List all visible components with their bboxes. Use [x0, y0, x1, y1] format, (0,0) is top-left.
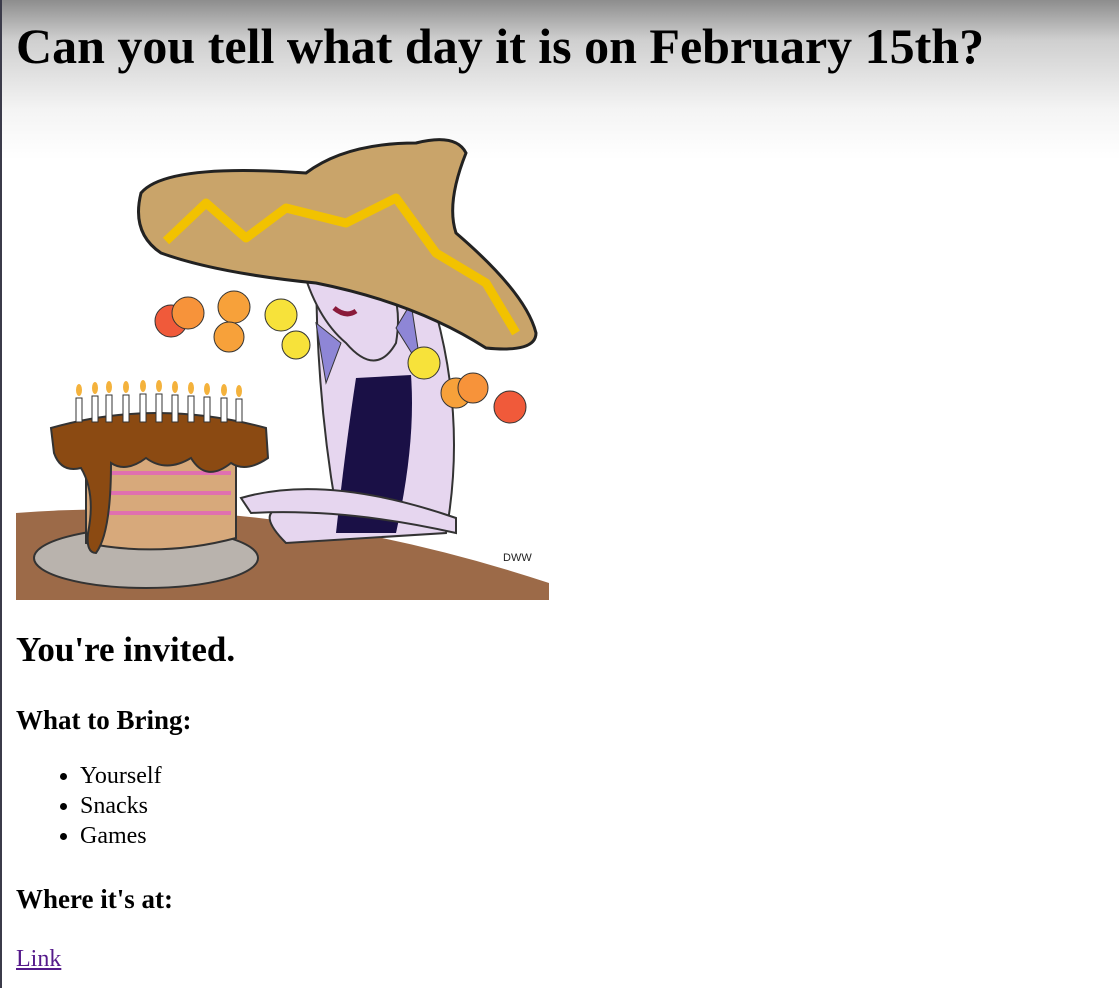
- list-item: Games: [80, 821, 1106, 851]
- bring-list: Yourself Snacks Games: [16, 761, 1106, 851]
- artist-signature: DWW: [503, 552, 532, 564]
- page-content: Can you tell what day it is on February …: [16, 0, 1106, 973]
- where-heading: Where it's at:: [16, 884, 173, 914]
- page-title: Can you tell what day it is on February …: [16, 18, 985, 74]
- invite-heading: You're invited.: [16, 630, 236, 669]
- birthday-illustration: DWW: [16, 138, 549, 600]
- list-item: Snacks: [80, 791, 1106, 821]
- bring-heading: What to Bring:: [16, 705, 192, 735]
- list-item: Yourself: [80, 761, 1106, 791]
- location-link[interactable]: Link: [16, 945, 61, 973]
